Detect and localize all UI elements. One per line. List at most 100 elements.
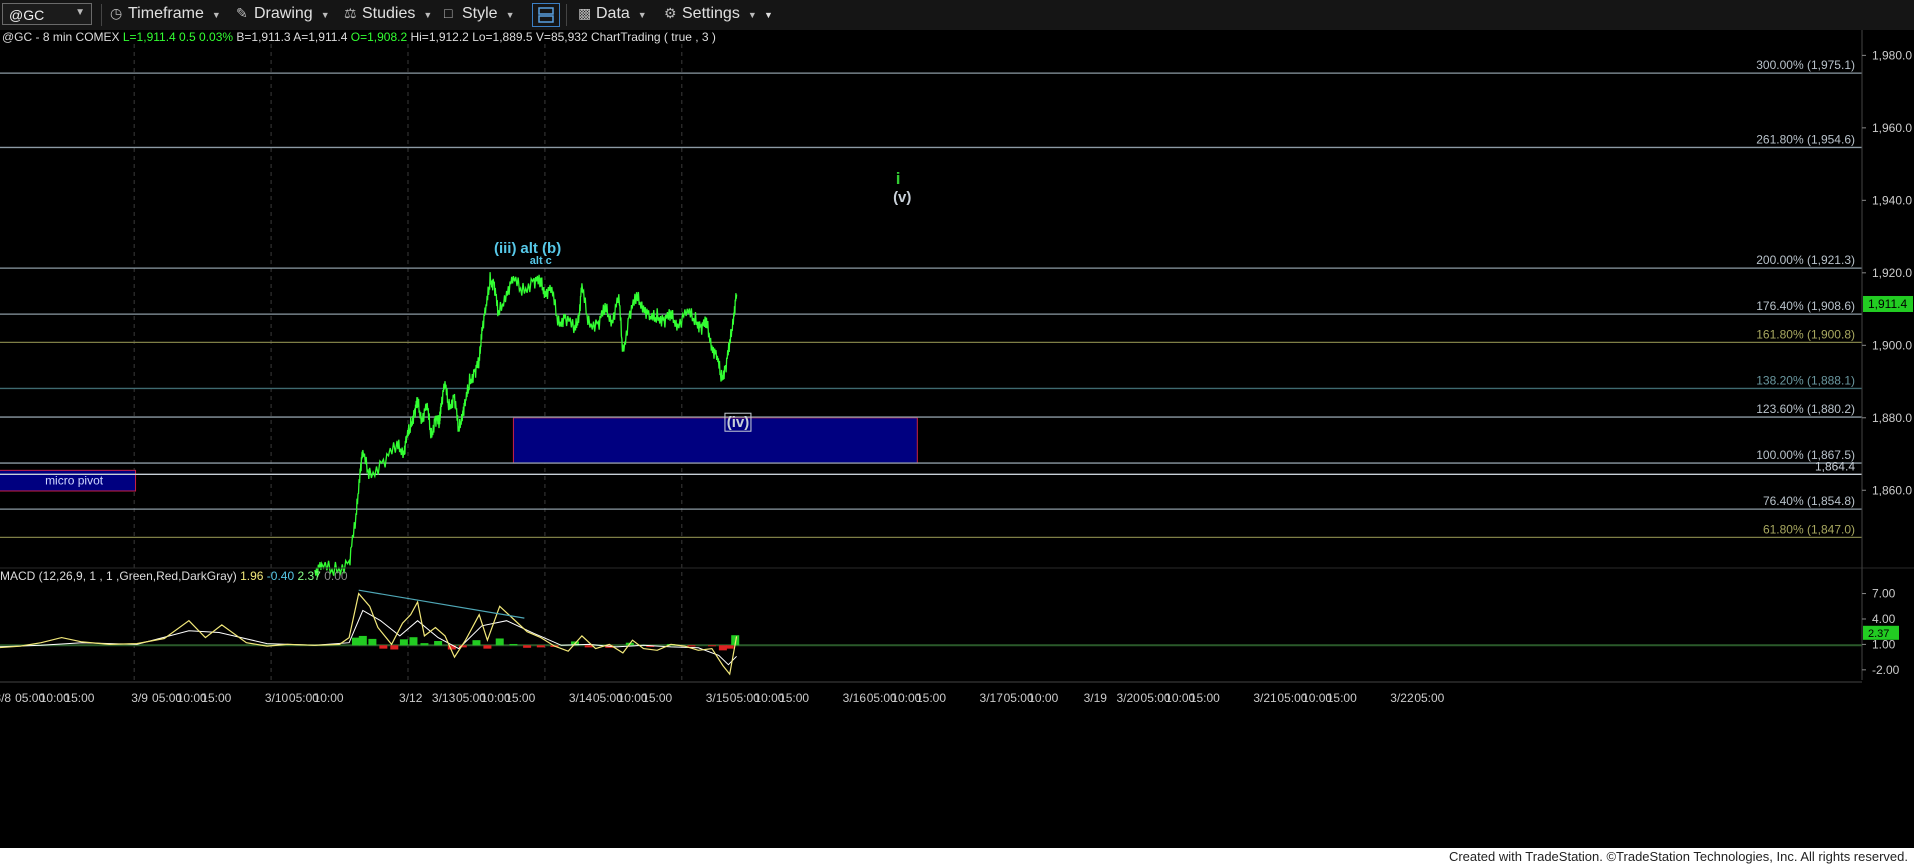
symbol-text: @GC bbox=[9, 7, 45, 23]
price-chart[interactable]: micro pivot 300.00% (1,975.1) 261.80% (1,… bbox=[0, 30, 1914, 848]
macd-histogram-bar bbox=[368, 638, 377, 646]
macd-value: 1.96 bbox=[237, 569, 264, 583]
symbol-selector[interactable]: @GC ▼ bbox=[2, 3, 92, 25]
time-tick-label: 3/15 bbox=[706, 691, 730, 705]
wave-label: i bbox=[896, 169, 901, 188]
fib-level-label: 61.80% (1,847.0) bbox=[1763, 522, 1855, 536]
macd-histogram-bar bbox=[434, 641, 443, 646]
header-field: B=1,911.3 bbox=[233, 30, 291, 44]
macd-value: 2.37 bbox=[294, 569, 321, 583]
fib-level-label: 200.00% (1,921.3) bbox=[1756, 253, 1855, 267]
chevron-down-icon: ▼ bbox=[747, 10, 757, 20]
style-icon: □ bbox=[444, 5, 453, 21]
header-field: L=1,911.4 bbox=[123, 30, 176, 44]
macd-histogram-bar bbox=[725, 645, 734, 649]
price-tick-label: 1,940.0 bbox=[1872, 193, 1912, 207]
macd-value: 0.00 bbox=[321, 569, 348, 583]
price-tick-label: 1,980.0 bbox=[1872, 48, 1912, 62]
macd-histogram-bar bbox=[399, 639, 408, 646]
time-tick-label: 3/14 bbox=[569, 691, 593, 705]
fib-level-label: 261.80% (1,954.6) bbox=[1756, 132, 1855, 146]
header-field: V=85,932 bbox=[533, 30, 588, 44]
chevron-down-icon: ▼ bbox=[423, 10, 433, 20]
time-tick-label: 15:00 bbox=[642, 691, 672, 705]
last-price-label: 1,911.4 bbox=[1868, 297, 1907, 311]
time-tick-label: 3/9 bbox=[131, 691, 148, 705]
time-tick-label: 3/19 bbox=[1084, 691, 1108, 705]
time-tick-label: 15:00 bbox=[201, 691, 231, 705]
macd-histogram-bar bbox=[379, 645, 388, 649]
macd-histogram-bar bbox=[495, 638, 504, 646]
gear-icon: ⚙ bbox=[664, 5, 677, 21]
time-tick-label: 3/13 bbox=[432, 691, 456, 705]
target-zone[interactable] bbox=[512, 417, 918, 464]
wave-label: (iv) bbox=[727, 414, 750, 431]
time-tick-label: 15:00 bbox=[64, 691, 94, 705]
time-tick-label: 15:00 bbox=[1327, 691, 1357, 705]
header-field: 0.03% bbox=[196, 30, 234, 44]
fib-level-label: 300.00% (1,975.1) bbox=[1756, 58, 1855, 72]
drawing-label: Drawing bbox=[254, 5, 313, 22]
pivot-level-label: 1,864.4 bbox=[1815, 459, 1855, 473]
settings-menu[interactable]: ⚙ Settings ▼ bbox=[664, 5, 757, 23]
time-tick-label: 3/8 bbox=[0, 691, 11, 705]
time-tick-label: 3/20 bbox=[1116, 691, 1140, 705]
bar-chart-icon: ▩ bbox=[578, 5, 592, 21]
time-tick-label: 3/16 bbox=[843, 691, 867, 705]
header-prefix: @GC - 8 min COMEX bbox=[2, 30, 123, 44]
chevron-down-icon: ▼ bbox=[211, 10, 221, 20]
drawing-menu[interactable]: ✎ Drawing ▼ bbox=[236, 5, 330, 23]
header-field: A=1,911.4 bbox=[291, 30, 348, 44]
footer-text: Created with TradeStation. ©TradeStation… bbox=[1448, 849, 1908, 864]
data-menu[interactable]: ▩ Data ▼ bbox=[578, 5, 647, 23]
settings-label: Settings bbox=[682, 5, 740, 22]
chevron-down-icon: ▼ bbox=[320, 10, 330, 20]
wave-label: alt c bbox=[530, 255, 552, 267]
time-tick-label: 3/10 bbox=[265, 691, 289, 705]
fib-level-label: 161.80% (1,900.8) bbox=[1756, 327, 1855, 341]
macd-histogram-bar bbox=[390, 645, 399, 650]
layout-icon bbox=[538, 7, 554, 23]
macd-histogram-bar bbox=[358, 635, 367, 646]
header-field: ChartTrading ( true , 3 ) bbox=[588, 30, 716, 44]
time-tick-label: 3/22 bbox=[1390, 691, 1414, 705]
zone-label: micro pivot bbox=[45, 474, 104, 488]
chart-toolbar: @GC ▼ ◷ Timeframe ▼ ✎ Drawing ▼ ⚖ Studies ▼ □ S… bbox=[0, 0, 1914, 31]
header-field: 0.5 bbox=[176, 30, 196, 44]
flask-icon: ⚖ bbox=[344, 5, 357, 21]
time-tick-label: 15:00 bbox=[1190, 691, 1220, 705]
time-tick-label: 05:00 bbox=[1414, 691, 1444, 705]
time-tick-label: 15:00 bbox=[916, 691, 946, 705]
toolbar-separator bbox=[101, 4, 102, 26]
macd-last-label: 2.37 bbox=[1868, 628, 1889, 640]
time-tick-label: 3/12 bbox=[399, 691, 423, 705]
style-menu[interactable]: □ Style ▼ bbox=[444, 5, 515, 23]
chevron-down-icon: ▼ bbox=[637, 10, 647, 20]
price-tick-label: 1,920.0 bbox=[1872, 266, 1912, 280]
fib-level-label: 176.40% (1,908.6) bbox=[1756, 299, 1855, 313]
macd-header: MACD (12,26,9, 1 , 1 ,Green,Red,DarkGray… bbox=[0, 569, 348, 583]
header-field: Lo=1,889.5 bbox=[469, 30, 533, 44]
time-tick-label: 10:00 bbox=[314, 691, 344, 705]
price-tick-label: 1,960.0 bbox=[1872, 121, 1912, 135]
macd-histogram-bar bbox=[707, 645, 716, 647]
time-tick-label: 3/21 bbox=[1253, 691, 1277, 705]
macd-value: -0.40 bbox=[263, 569, 294, 583]
layout-button[interactable] bbox=[532, 3, 560, 27]
toolbar-overflow-icon[interactable]: ▼ bbox=[764, 10, 773, 20]
wave-label: (v) bbox=[893, 189, 911, 206]
macd-histogram-bar bbox=[718, 645, 727, 651]
toolbar-separator bbox=[566, 4, 567, 26]
macd-histogram-bar bbox=[523, 645, 532, 648]
data-label: Data bbox=[596, 5, 630, 22]
time-tick-label: 15:00 bbox=[779, 691, 809, 705]
price-tick-label: 1,900.0 bbox=[1872, 338, 1912, 352]
macd-histogram-bar bbox=[472, 640, 481, 646]
chevron-down-icon[interactable]: ▼ bbox=[75, 7, 85, 18]
header-field: Hi=1,912.2 bbox=[407, 30, 469, 44]
studies-menu[interactable]: ⚖ Studies ▼ bbox=[344, 5, 432, 23]
timeframe-menu[interactable]: ◷ Timeframe ▼ bbox=[110, 5, 221, 23]
macd-histogram-bar bbox=[536, 645, 545, 648]
macd-tick-label: 4.00 bbox=[1872, 612, 1896, 626]
macd-tick-label: 7.00 bbox=[1872, 587, 1896, 601]
